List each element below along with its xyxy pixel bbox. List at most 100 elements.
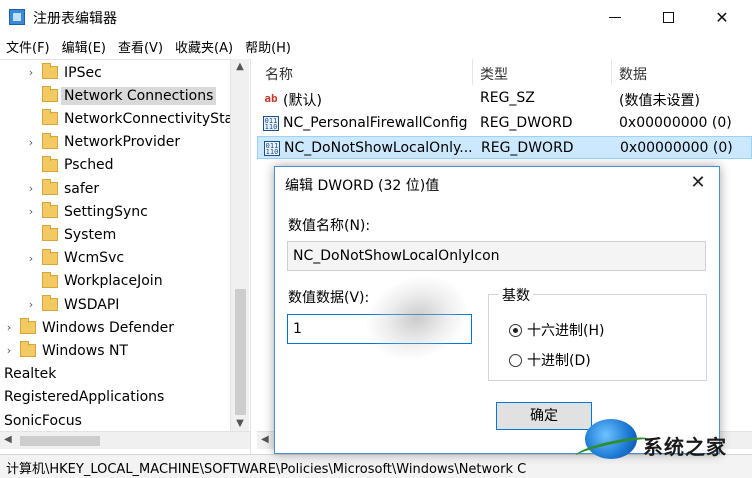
tree-item[interactable]: WorkplaceJoin xyxy=(26,270,163,293)
folder-icon xyxy=(42,248,58,265)
tree-item[interactable]: › safer xyxy=(26,177,99,200)
tree-item[interactable]: › WSDAPI xyxy=(26,293,119,316)
folder-icon xyxy=(42,179,58,195)
column-header-name[interactable]: 名称 xyxy=(265,64,293,84)
tree-item-label: SonicFocus xyxy=(4,412,82,429)
folder-icon xyxy=(42,295,58,311)
tree-item[interactable]: › Windows Defender xyxy=(4,316,174,339)
watermark-smudge xyxy=(356,264,478,372)
tree-item[interactable]: NetworkConnectivityStat xyxy=(26,107,239,130)
scroll-left-icon[interactable]: ◀ xyxy=(261,434,269,445)
tree-item-label: Psched xyxy=(64,157,114,174)
dialog-title: 编辑 DWORD (32 位)值 xyxy=(285,178,440,194)
radio-dec-label: 十进制(D) xyxy=(527,353,591,369)
value-type: REG_DWORD xyxy=(481,140,574,156)
folder-icon xyxy=(42,155,58,172)
folder-icon xyxy=(42,132,58,149)
tree-horizontal-scrollbar[interactable]: ◀ xyxy=(0,431,250,449)
tree-item[interactable]: › IPSec xyxy=(26,61,102,84)
radio-decimal[interactable]: 十进制(D) xyxy=(509,350,591,370)
radio-hex-label: 十六进制(H) xyxy=(527,323,605,339)
radio-hexadecimal[interactable]: 十六进制(H) xyxy=(509,320,604,340)
tree-item[interactable]: › WcmSvc xyxy=(26,247,124,270)
tree-item-label: Windows NT xyxy=(42,342,128,359)
folder-icon xyxy=(42,271,58,288)
dword-value-icon: 011 110 xyxy=(263,115,279,131)
value-type: REG_DWORD xyxy=(480,114,573,131)
scroll-down-icon[interactable]: ▼ xyxy=(231,418,249,429)
tree-item-label: WorkplaceJoin xyxy=(64,273,163,290)
radio-hex-icon[interactable] xyxy=(509,323,522,337)
folder-icon xyxy=(42,225,58,242)
menu-view[interactable]: 查看(V) xyxy=(118,37,163,56)
column-divider[interactable] xyxy=(472,59,473,85)
tree-item-label: WSDAPI xyxy=(64,296,120,313)
tree-item-label: SettingSync xyxy=(64,203,148,220)
tree-scroll-thumb[interactable] xyxy=(235,289,246,415)
minimize-button[interactable] xyxy=(590,0,640,34)
window-title: 注册表编辑器 xyxy=(33,11,117,27)
pane-splitter[interactable] xyxy=(250,59,256,454)
dialog-close-button[interactable]: ✕ xyxy=(685,171,711,195)
value-name-label: 数值名称(N): xyxy=(288,218,371,234)
tree-item-label: safer xyxy=(64,180,100,197)
menu-edit[interactable]: 编辑(E) xyxy=(62,37,106,56)
tree-item-label: NetworkConnectivityStat xyxy=(64,110,239,127)
chevron-right-icon[interactable]: › xyxy=(4,344,14,357)
tree-item[interactable]: › SettingSync xyxy=(26,200,148,223)
tree-item-label: Windows Defender xyxy=(42,319,175,336)
menu-file[interactable]: 文件(F) xyxy=(6,37,50,56)
maximize-button[interactable] xyxy=(643,0,693,34)
chevron-right-icon[interactable]: › xyxy=(4,321,14,334)
base-group-title: 基数 xyxy=(499,285,533,305)
tree-item[interactable]: Realtek xyxy=(4,363,56,386)
watermark-text: 系统之家 xyxy=(643,435,727,459)
menu-bar: 文件(F) 编辑(E) 查看(V) 收藏夹(A) 帮助(H) xyxy=(0,35,752,57)
close-icon: ✕ xyxy=(715,7,729,27)
key-tree[interactable]: › IPSec Network Connections NetworkConnecti… xyxy=(0,59,250,454)
column-header-type[interactable]: 类型 xyxy=(480,64,508,84)
menu-help[interactable]: 帮助(H) xyxy=(245,37,291,56)
scroll-left-icon[interactable]: ◀ xyxy=(4,434,12,445)
close-button[interactable]: ✕ xyxy=(697,0,747,34)
value-data: (数值未设置) xyxy=(619,93,700,109)
value-row[interactable]: 011 110 NC_DoNotShowLocalOnly... REG_DWORD 0… xyxy=(257,136,752,159)
chevron-right-icon[interactable]: › xyxy=(26,136,36,149)
column-header-data[interactable]: 数据 xyxy=(619,64,647,84)
string-value-icon: ab xyxy=(264,92,278,105)
tree-vertical-scrollbar[interactable]: ▲ ▼ xyxy=(230,59,249,431)
chevron-right-icon[interactable]: › xyxy=(26,298,36,311)
list-header: 名称 类型 数据 xyxy=(257,59,752,85)
radio-dec-icon[interactable] xyxy=(509,353,522,367)
tree-item[interactable]: Network Connections xyxy=(26,84,217,107)
chevron-right-icon[interactable]: › xyxy=(26,66,36,79)
tree-item-label: Network Connections xyxy=(61,86,217,105)
tree-item[interactable]: Psched xyxy=(26,154,114,177)
chevron-right-icon[interactable]: › xyxy=(26,182,36,195)
tree-item-label: System xyxy=(64,226,117,243)
value-name: (默认) xyxy=(283,93,322,109)
value-name: NC_PersonalFirewallConfig xyxy=(283,114,468,131)
dword-value-icon: 011 110 xyxy=(264,141,280,156)
folder-icon xyxy=(42,202,58,219)
value-row[interactable]: ab (默认) REG_SZ (数值未设置) xyxy=(257,87,752,110)
base-group: 基数 十六进制(H) 十进制(D) xyxy=(488,285,707,381)
dialog-title-bar: 编辑 DWORD (32 位)值 ✕ xyxy=(275,167,719,199)
tree-hscroll-thumb[interactable] xyxy=(20,436,100,446)
column-divider[interactable] xyxy=(611,59,612,85)
value-data: 0x00000000 (0) xyxy=(619,114,732,131)
folder-icon xyxy=(20,318,36,335)
tree-item[interactable]: › NetworkProvider xyxy=(26,131,180,154)
tree-item[interactable]: SonicFocus xyxy=(4,409,82,432)
tree-item[interactable]: System xyxy=(26,223,116,246)
menu-favorites[interactable]: 收藏夹(A) xyxy=(175,37,233,56)
tree-item[interactable]: RegisteredApplications xyxy=(4,386,164,409)
chevron-right-icon[interactable]: › xyxy=(26,205,36,218)
regedit-app-icon xyxy=(9,9,25,25)
chevron-right-icon[interactable]: › xyxy=(26,252,36,265)
value-row[interactable]: 011 110 NC_PersonalFirewallConfig REG_DWORD… xyxy=(257,112,752,135)
value-name: NC_DoNotShowLocalOnly... xyxy=(284,140,473,156)
value-name-field[interactable] xyxy=(287,241,706,271)
scroll-up-icon[interactable]: ▲ xyxy=(231,61,249,72)
tree-item[interactable]: › Windows NT xyxy=(4,339,128,362)
